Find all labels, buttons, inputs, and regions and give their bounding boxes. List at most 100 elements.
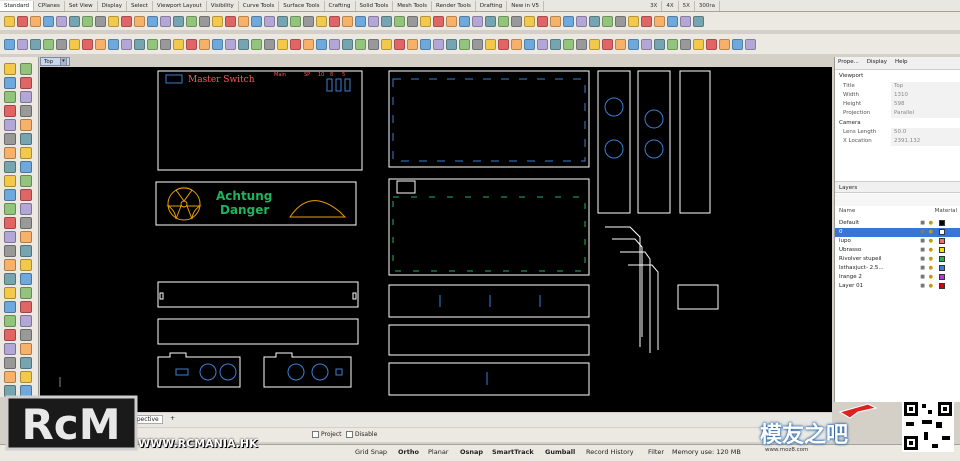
layer-color-swatch[interactable] bbox=[939, 238, 945, 244]
tool-icon[interactable] bbox=[368, 38, 379, 50]
tool-icon[interactable] bbox=[485, 38, 496, 50]
left-tool-icon[interactable] bbox=[20, 329, 32, 341]
tool-icon[interactable] bbox=[82, 15, 93, 27]
tool-icon[interactable] bbox=[160, 15, 171, 27]
tool-icon[interactable] bbox=[719, 38, 730, 50]
left-tool-icon[interactable] bbox=[20, 203, 32, 215]
tool-icon[interactable] bbox=[433, 38, 444, 50]
tool-icon[interactable] bbox=[563, 38, 574, 50]
tab-properties[interactable]: Prope... bbox=[835, 57, 862, 68]
lock-icon[interactable]: ■ bbox=[920, 282, 925, 291]
tool-icon[interactable] bbox=[329, 15, 340, 27]
top-viewport[interactable]: Master Switch Main SP 10 8 5 Achtung Dan… bbox=[40, 67, 832, 412]
disable-checkbox[interactable] bbox=[346, 431, 353, 438]
left-tool-icon[interactable] bbox=[20, 231, 32, 243]
left-tool-icon[interactable] bbox=[20, 133, 32, 145]
tool-icon[interactable] bbox=[173, 38, 184, 50]
layer-color-swatch[interactable] bbox=[939, 220, 945, 226]
tool-icon[interactable] bbox=[732, 38, 743, 50]
tool-icon[interactable] bbox=[212, 15, 223, 27]
left-tool-icon[interactable] bbox=[20, 147, 32, 159]
left-tool-icon[interactable] bbox=[4, 231, 16, 243]
left-tool-icon[interactable] bbox=[20, 357, 32, 369]
tool-icon[interactable] bbox=[693, 15, 704, 27]
tool-icon[interactable] bbox=[407, 15, 418, 27]
tab-display-panel[interactable]: Display bbox=[864, 57, 890, 68]
tool-icon[interactable] bbox=[407, 38, 418, 50]
tool-icon[interactable] bbox=[394, 38, 405, 50]
tool-icon[interactable] bbox=[199, 15, 210, 27]
light-bulb-icon[interactable]: ● bbox=[929, 255, 933, 264]
tab-visibility[interactable]: Visibility bbox=[207, 0, 239, 11]
layer-color-swatch[interactable] bbox=[939, 247, 945, 253]
viewport-menu-arrow-icon[interactable]: ▾ bbox=[60, 57, 67, 66]
left-tool-icon[interactable] bbox=[4, 161, 16, 173]
tool-icon[interactable] bbox=[680, 38, 691, 50]
tool-icon[interactable] bbox=[199, 38, 210, 50]
tab-cplanes[interactable]: CPlanes bbox=[34, 0, 65, 11]
tool-icon[interactable] bbox=[667, 38, 678, 50]
tool-icon[interactable] bbox=[355, 15, 366, 27]
left-tool-icon[interactable] bbox=[20, 91, 32, 103]
left-tool-icon[interactable] bbox=[20, 301, 32, 313]
left-tool-icon[interactable] bbox=[4, 175, 16, 187]
tool-icon[interactable] bbox=[264, 38, 275, 50]
left-tool-icon[interactable] bbox=[4, 371, 16, 383]
tool-icon[interactable] bbox=[4, 15, 15, 27]
record-history-toggle[interactable]: Record History bbox=[586, 448, 634, 456]
tool-icon[interactable] bbox=[17, 38, 28, 50]
tab-solid-tools[interactable]: Solid Tools bbox=[356, 0, 394, 11]
light-bulb-icon[interactable]: ● bbox=[929, 219, 933, 228]
lock-icon[interactable]: ■ bbox=[920, 219, 925, 228]
left-tool-icon[interactable] bbox=[20, 77, 32, 89]
tool-icon[interactable] bbox=[290, 38, 301, 50]
left-tool-icon[interactable] bbox=[20, 175, 32, 187]
tool-icon[interactable] bbox=[121, 15, 132, 27]
tool-icon[interactable] bbox=[342, 38, 353, 50]
tab-standard[interactable]: Standard bbox=[0, 0, 35, 11]
add-viewport-button[interactable]: + bbox=[170, 415, 175, 422]
lock-icon[interactable]: ■ bbox=[920, 264, 925, 273]
left-tool-icon[interactable] bbox=[4, 301, 16, 313]
tool-icon[interactable] bbox=[56, 15, 67, 27]
tab-display[interactable]: Display bbox=[98, 0, 127, 11]
layer-color-swatch[interactable] bbox=[939, 283, 945, 289]
tool-icon[interactable] bbox=[524, 15, 535, 27]
tool-icon[interactable] bbox=[212, 38, 223, 50]
layer-row[interactable]: Default ● ■ bbox=[835, 219, 960, 228]
tool-icon[interactable] bbox=[576, 15, 587, 27]
left-tool-icon[interactable] bbox=[20, 217, 32, 229]
tool-icon[interactable] bbox=[329, 38, 340, 50]
tool-icon[interactable] bbox=[524, 38, 535, 50]
lock-icon[interactable]: ■ bbox=[920, 228, 925, 237]
tool-icon[interactable] bbox=[134, 15, 145, 27]
tool-icon[interactable] bbox=[446, 38, 457, 50]
tool-icon[interactable] bbox=[615, 38, 626, 50]
tool-icon[interactable] bbox=[420, 38, 431, 50]
tool-icon[interactable] bbox=[745, 38, 756, 50]
property-value[interactable]: Top bbox=[891, 82, 960, 91]
property-value[interactable]: 1310 bbox=[891, 91, 960, 100]
left-tool-icon[interactable] bbox=[4, 217, 16, 229]
ortho-toggle[interactable]: Ortho bbox=[398, 448, 419, 456]
tool-icon[interactable] bbox=[680, 15, 691, 27]
smarttrack-toggle[interactable]: SmartTrack bbox=[492, 448, 534, 456]
tool-icon[interactable] bbox=[108, 38, 119, 50]
light-bulb-icon[interactable]: ● bbox=[929, 246, 933, 255]
left-tool-icon[interactable] bbox=[4, 77, 16, 89]
tool-icon[interactable] bbox=[420, 15, 431, 27]
tool-icon[interactable] bbox=[368, 15, 379, 27]
tool-icon[interactable] bbox=[472, 15, 483, 27]
layer-row[interactable]: Ubrasso ● ■ bbox=[835, 246, 960, 255]
tab-3x[interactable]: 3X bbox=[646, 0, 663, 11]
grid-snap-toggle[interactable]: Grid Snap bbox=[355, 448, 387, 456]
property-value[interactable]: 50.0 bbox=[891, 128, 960, 137]
tab-curve-tools[interactable]: Curve Tools bbox=[239, 0, 280, 11]
left-tool-icon[interactable] bbox=[20, 245, 32, 257]
tool-icon[interactable] bbox=[225, 38, 236, 50]
tab-select[interactable]: Select bbox=[127, 0, 153, 11]
tool-icon[interactable] bbox=[316, 38, 327, 50]
left-tool-icon[interactable] bbox=[20, 273, 32, 285]
tool-icon[interactable] bbox=[667, 15, 678, 27]
tool-icon[interactable] bbox=[69, 38, 80, 50]
